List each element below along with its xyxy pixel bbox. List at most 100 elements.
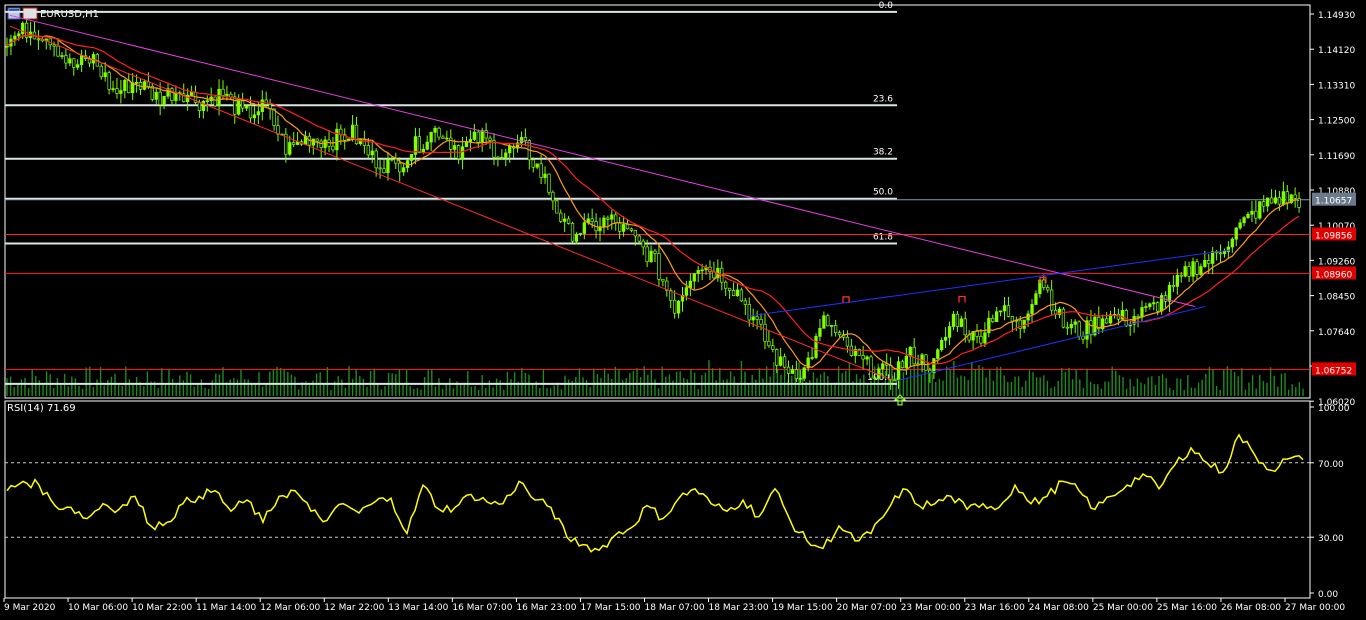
candle-body [610, 214, 614, 220]
price-tag-label: 1.06752 [1315, 366, 1352, 376]
time-tick-label: 16 Mar 07:00 [452, 603, 512, 613]
chart-title: EURUSD,H1 [40, 9, 99, 20]
candle-body [256, 111, 260, 116]
candle-body [637, 235, 641, 242]
candle-body [771, 345, 775, 350]
candle-body [225, 93, 229, 96]
candle-body [1187, 266, 1191, 277]
candle-body [1163, 295, 1168, 302]
candle-body [119, 90, 123, 94]
candle-body [1171, 284, 1176, 287]
candle-body [5, 45, 9, 48]
candle-body [162, 95, 166, 106]
candle-body [563, 218, 567, 222]
candle-body [1061, 308, 1066, 328]
candle-body [1242, 217, 1246, 224]
candle-body [1258, 201, 1262, 219]
candle-body [453, 145, 457, 150]
candle-body [1010, 316, 1015, 322]
candle-body [472, 131, 476, 140]
candle-body [755, 316, 759, 320]
candle-body [64, 55, 68, 64]
candle-body [830, 325, 834, 327]
candle-body [633, 229, 638, 237]
candle-body [1046, 287, 1050, 291]
candle-body [1293, 194, 1297, 199]
candle-body [1179, 274, 1183, 277]
candle-body [940, 339, 944, 351]
candle-body [68, 58, 72, 64]
candle-body [205, 100, 209, 103]
price-tick-label: 1.13310 [1318, 81, 1355, 91]
candle-body [1167, 284, 1172, 302]
candle-body [543, 173, 547, 178]
candle-body [877, 368, 881, 379]
candle-body [288, 142, 292, 155]
candle-body [13, 35, 17, 40]
candle-body [892, 379, 897, 382]
price-tick-label: 1.08450 [1318, 293, 1355, 303]
candle-body [767, 340, 771, 347]
candle-body [1218, 252, 1223, 255]
time-tick-label: 24 Mar 08:00 [1029, 603, 1089, 613]
candle-body [1238, 222, 1242, 229]
candle-body [881, 363, 885, 370]
candle-body [79, 55, 84, 66]
candle-body [692, 273, 696, 282]
candle-body [822, 315, 826, 329]
candle-body [17, 33, 21, 37]
candle-body [217, 88, 221, 107]
time-tick-label: 12 Mar 06:00 [260, 603, 320, 613]
candle-body [123, 79, 127, 91]
candle-body [519, 137, 524, 144]
candle-body [845, 336, 850, 347]
candle-body [861, 355, 865, 360]
time-tick-label: 10 Mar 22:00 [132, 603, 192, 613]
candle-body [1285, 191, 1289, 204]
candle-body [802, 367, 806, 379]
candle-body [409, 154, 414, 161]
candle-body [272, 108, 276, 127]
candle-body [445, 137, 449, 140]
candle-body [645, 246, 649, 263]
price-chart[interactable]: EURUSD,H1 1.14930 1.14120 1.13310 1.12500 1.… [0, 0, 1366, 620]
candle-body [700, 269, 704, 272]
candle-body [221, 88, 225, 96]
candle-body [657, 253, 661, 280]
candle-body [888, 364, 893, 381]
candle-body [684, 287, 689, 296]
candle-body [625, 224, 630, 230]
time-tick-label: 18 Mar 07:00 [645, 603, 705, 613]
candle-body [36, 38, 41, 41]
candle-body [425, 141, 429, 150]
time-tick-label: 16 Mar 23:00 [516, 603, 576, 613]
price-tag-label: 1.09856 [1315, 231, 1352, 241]
time-tick-label: 23 Mar 16:00 [965, 603, 1025, 613]
rsi-tick-label: 70.00 [1318, 460, 1344, 470]
price-tick-label: 1.09260 [1318, 257, 1355, 267]
rsi-tick-label: 30.00 [1318, 534, 1344, 544]
price-tick-label: 1.07640 [1318, 328, 1355, 338]
candle-body [947, 326, 952, 338]
candle-body [735, 289, 740, 297]
candle-body [759, 318, 763, 325]
candle-body [727, 287, 732, 291]
candle-body [959, 318, 963, 327]
candle-body [896, 361, 901, 381]
fib-level-label: 38.2 [873, 148, 893, 158]
candle-body [1136, 315, 1140, 318]
candle-body [566, 218, 571, 224]
candle-body [570, 223, 575, 242]
time-tick-label: 26 Mar 08:00 [1221, 603, 1281, 613]
candle-body [1148, 303, 1152, 307]
candle-body [1081, 335, 1085, 340]
candle-body [547, 173, 551, 193]
candle-body [468, 139, 473, 142]
candle-body [201, 100, 206, 111]
candle-body [951, 313, 956, 327]
candle-body [197, 102, 202, 111]
candle-body [782, 356, 787, 368]
candle-body [370, 150, 374, 156]
candle-body [1234, 227, 1238, 240]
time-tick-label: 10 Mar 06:00 [68, 603, 128, 613]
